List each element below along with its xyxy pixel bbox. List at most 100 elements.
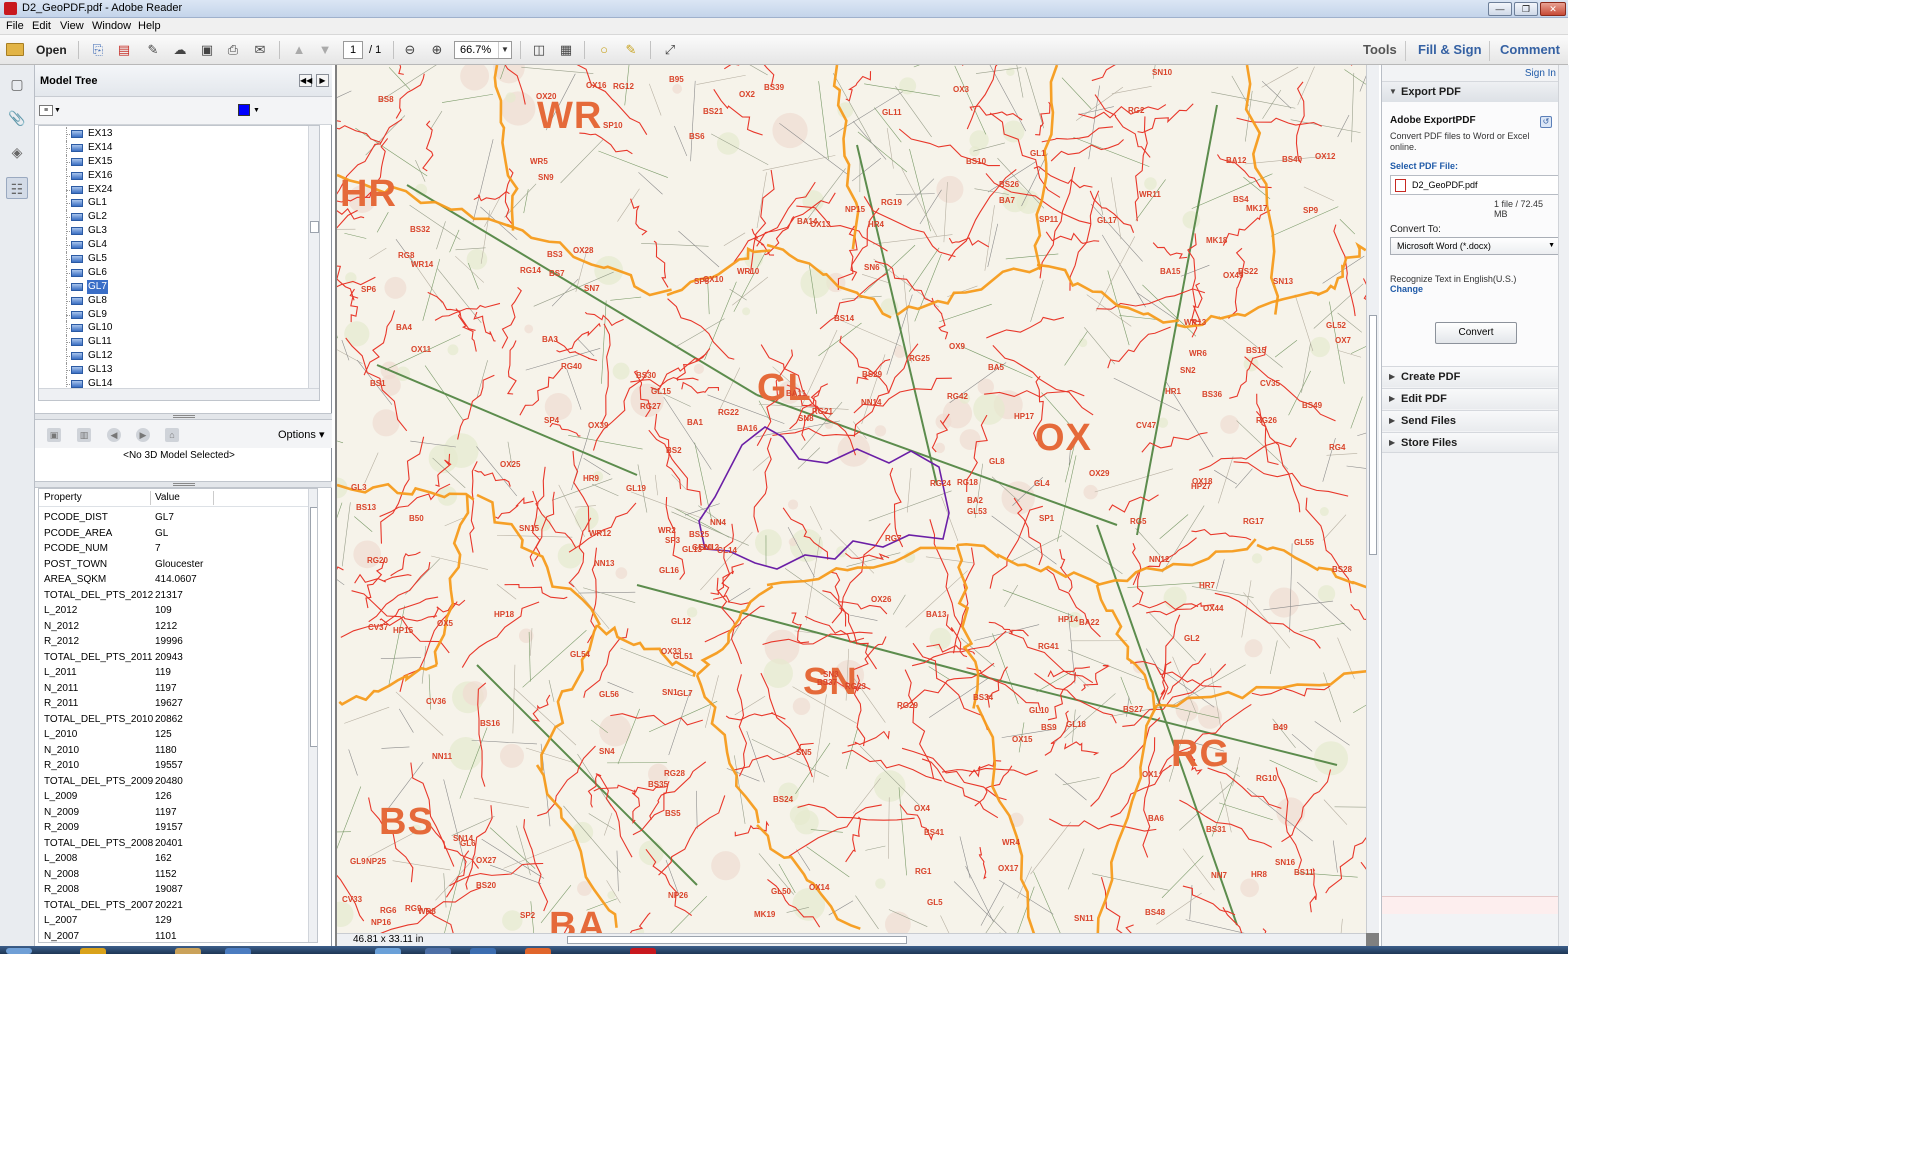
selected-file-box[interactable]: D2_GeoPDF.pdf xyxy=(1390,175,1560,195)
property-row[interactable]: R_2008 19087 xyxy=(39,882,309,898)
page-number-input[interactable]: 1 xyxy=(343,41,363,59)
property-row[interactable]: R_2012 19996 xyxy=(39,634,309,650)
property-row[interactable]: TOTAL_DEL_PTS_2007 20221 xyxy=(39,898,309,914)
create-pdf-section-header[interactable]: ▶ Create PDF xyxy=(1382,366,1558,387)
delete-icon[interactable]: ▥ xyxy=(77,428,91,442)
email-icon[interactable]: ✉ xyxy=(250,40,270,60)
pane-splitter[interactable] xyxy=(35,481,332,488)
edit-pdf-icon[interactable]: ✎ xyxy=(143,40,163,60)
menu-window[interactable]: Window xyxy=(92,20,131,32)
taskbar-app-adobe-reader[interactable] xyxy=(630,948,656,954)
property-row[interactable]: N_2012 1212 xyxy=(39,619,309,635)
taskbar-app[interactable] xyxy=(470,948,496,954)
views-icon[interactable]: ▣ xyxy=(47,428,61,442)
scroll-thumb[interactable] xyxy=(310,507,317,747)
scroll-thumb[interactable] xyxy=(310,221,319,233)
export-info-icon[interactable]: ↺ xyxy=(1540,116,1552,128)
property-row[interactable]: N_2007 1101 xyxy=(39,929,309,943)
property-row[interactable]: L_2011 119 xyxy=(39,665,309,681)
property-row[interactable]: N_2009 1197 xyxy=(39,805,309,821)
property-row[interactable]: R_2010 19557 xyxy=(39,758,309,774)
pane-splitter[interactable] xyxy=(35,413,332,420)
menu-edit[interactable]: Edit xyxy=(32,20,51,32)
previous-page-icon[interactable]: ▲ xyxy=(289,40,309,60)
fill-sign-tab[interactable]: Fill & Sign xyxy=(1418,42,1482,57)
chevron-down-icon[interactable]: ▼ xyxy=(54,107,61,114)
tree-item[interactable]: GL4 xyxy=(39,238,309,253)
comment-tab[interactable]: Comment xyxy=(1500,42,1560,57)
tree-options-icon[interactable]: ≡ xyxy=(39,105,53,116)
zoom-select[interactable]: 66.7% ▼ xyxy=(454,41,512,59)
property-row[interactable]: AREA_SQKM 414.0607 xyxy=(39,572,309,588)
zoom-out-icon[interactable]: ⊖ xyxy=(400,40,420,60)
tree-item[interactable]: GL2 xyxy=(39,210,309,225)
send-files-section-header[interactable]: ▶ Send Files xyxy=(1382,410,1558,431)
property-row[interactable]: N_2011 1197 xyxy=(39,681,309,697)
task-pane-scrollbar[interactable] xyxy=(1558,65,1569,946)
postcode-map[interactable]: WR HR GL OX SN RG BS BA WR6 WR2 WR4 WR5 WR10 WR14 WR8 W… xyxy=(337,65,1366,933)
taskbar-app-explorer[interactable] xyxy=(80,948,106,954)
property-row[interactable]: TOTAL_DEL_PTS_2008 20401 xyxy=(39,836,309,852)
tree-vertical-scrollbar[interactable] xyxy=(308,126,319,388)
taskbar-app[interactable] xyxy=(375,948,401,954)
property-row[interactable]: L_2010 125 xyxy=(39,727,309,743)
property-row[interactable]: L_2012 109 xyxy=(39,603,309,619)
forward-icon[interactable]: ▶ xyxy=(136,428,150,442)
tree-item[interactable]: GL13 xyxy=(39,363,309,378)
property-row[interactable]: POST_TOWN Gloucester xyxy=(39,557,309,573)
property-row[interactable]: TOTAL_DEL_PTS_2010 20862 xyxy=(39,712,309,728)
collapse-panel-icon[interactable]: ◀◀ xyxy=(299,74,312,87)
property-row[interactable]: L_2008 162 xyxy=(39,851,309,867)
highlight-icon[interactable]: ✎ xyxy=(621,40,641,60)
property-row[interactable]: L_2007 129 xyxy=(39,913,309,929)
menu-view[interactable]: View xyxy=(60,20,84,32)
model-tree-icon[interactable]: ☷ xyxy=(6,177,28,199)
property-row[interactable]: TOTAL_DEL_PTS_2012 21317 xyxy=(39,588,309,604)
read-mode-icon[interactable]: ⤢ xyxy=(660,40,680,60)
property-row[interactable]: TOTAL_DEL_PTS_2011 20943 xyxy=(39,650,309,666)
horizontal-scroll-thumb[interactable] xyxy=(567,936,907,944)
edit-pdf-section-header[interactable]: ▶ Edit PDF xyxy=(1382,388,1558,409)
properties-vertical-scrollbar[interactable] xyxy=(308,489,317,942)
sign-in-link[interactable]: Sign In xyxy=(1525,68,1556,79)
back-icon[interactable]: ◀ xyxy=(107,428,121,442)
tree-item[interactable]: EX16 xyxy=(39,168,309,183)
store-files-section-header[interactable]: ▶ Store Files xyxy=(1382,432,1558,453)
property-row[interactable]: N_2010 1180 xyxy=(39,743,309,759)
property-row[interactable]: TOTAL_DEL_PTS_2009 20480 xyxy=(39,774,309,790)
tree-item[interactable]: GL7 xyxy=(39,279,309,294)
tree-item[interactable]: GL5 xyxy=(39,252,309,266)
minimize-button[interactable]: — xyxy=(1488,2,1512,16)
tree-horizontal-scrollbar[interactable] xyxy=(39,388,319,400)
tree-item[interactable]: GL3 xyxy=(39,224,309,239)
scroll-thumb[interactable] xyxy=(1369,315,1377,555)
viewer-vertical-scrollbar[interactable] xyxy=(1366,65,1379,933)
tree-item[interactable]: GL12 xyxy=(39,349,309,364)
options-menu[interactable]: Options ▾ xyxy=(278,428,325,441)
value-column-header[interactable]: Value xyxy=(155,492,180,503)
color-swatch[interactable] xyxy=(238,104,250,116)
export-pdf-icon[interactable]: ▤ xyxy=(114,40,134,60)
property-row[interactable]: PCODE_NUM 7 xyxy=(39,541,309,557)
model-tree-list[interactable]: EX13 EX14 EX15 EX16 EX24 GL1 GL2 GL3 GL4 GL5 GL6 GL… xyxy=(38,125,320,401)
property-row[interactable]: PCODE_AREA GL xyxy=(39,526,309,542)
page-thumbnails-icon[interactable]: ▢ xyxy=(6,73,28,95)
taskbar-app[interactable] xyxy=(425,948,451,954)
print-icon[interactable]: ⎙ xyxy=(223,40,243,60)
property-row[interactable]: PCODE_DIST GL7 xyxy=(39,510,309,526)
start-button[interactable] xyxy=(6,948,32,954)
panel-menu-icon[interactable]: ▶ xyxy=(316,74,329,87)
tree-item[interactable]: EX14 xyxy=(39,140,309,155)
fit-width-icon[interactable]: ▦ xyxy=(556,40,576,60)
convert-format-select[interactable]: Microsoft Word (*.docx) ▼ xyxy=(1390,237,1560,255)
tree-item[interactable]: EX24 xyxy=(39,182,309,197)
taskbar-app[interactable] xyxy=(525,948,551,954)
attachments-icon[interactable]: 📎 xyxy=(6,107,28,129)
tree-item[interactable]: EX13 xyxy=(39,127,309,141)
close-button[interactable]: ✕ xyxy=(1540,2,1566,16)
change-language-link[interactable]: Change xyxy=(1390,284,1423,294)
tools-tab[interactable]: Tools xyxy=(1363,42,1397,57)
convert-button[interactable]: Convert xyxy=(1435,322,1517,344)
tree-item[interactable]: GL10 xyxy=(39,321,309,336)
save-icon[interactable]: ▣ xyxy=(197,40,217,60)
